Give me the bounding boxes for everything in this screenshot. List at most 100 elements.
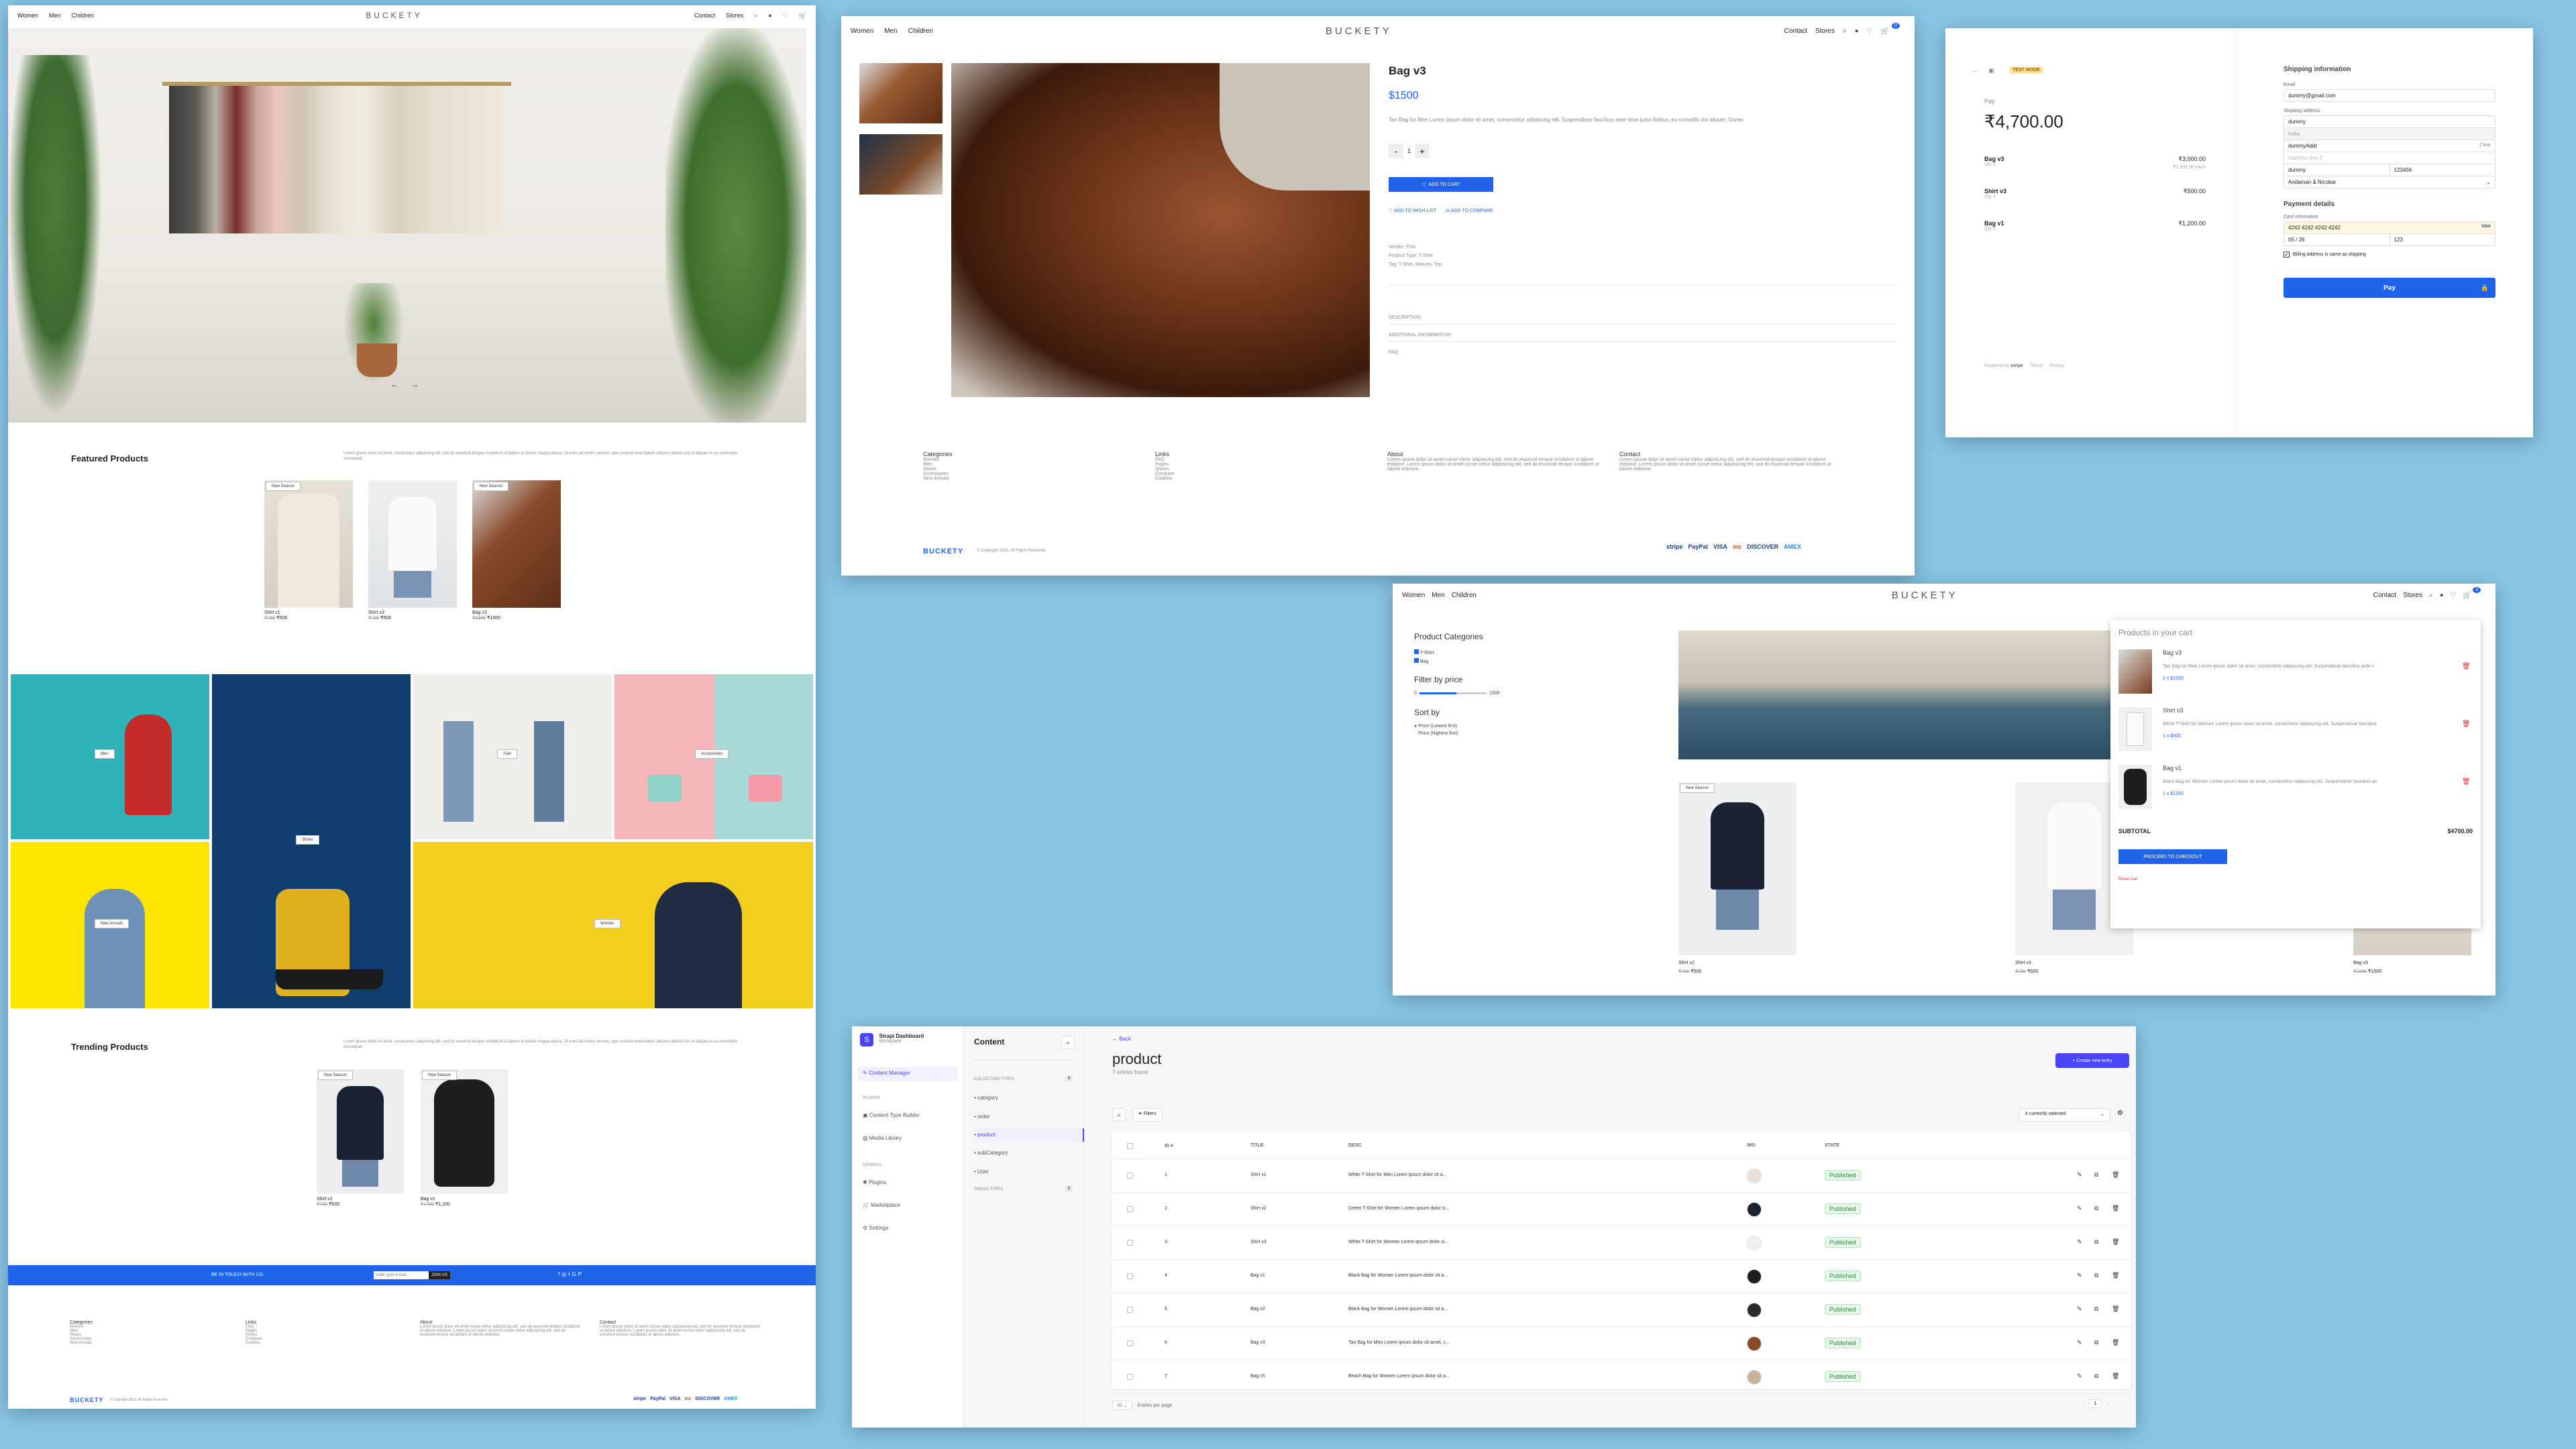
table-row[interactable]: 5 Bag v2 Black Bag for Women Lorem ipsum d… [1112, 1293, 2131, 1327]
hero-prev-arrow-icon[interactable]: ← [390, 380, 398, 389]
footer-brand[interactable]: BUCKETY [70, 1397, 104, 1403]
trash-icon[interactable]: 🗑 [2112, 1205, 2119, 1212]
category-label[interactable]: Sale [497, 749, 518, 759]
select-all-checkbox[interactable] [1127, 1143, 1133, 1149]
duplicate-icon[interactable]: ⧉ [2094, 1305, 2098, 1313]
delete-icon[interactable]: 🗑 [2462, 720, 2471, 728]
footer-link[interactable]: Cookies [246, 1341, 262, 1345]
column-header-title[interactable]: TITLE [1250, 1143, 1263, 1148]
tab-additional-information[interactable]: ADDITIONAL INFORMATION [1389, 333, 1896, 342]
search-icon[interactable]: ⌕ [1112, 1108, 1126, 1122]
column-header-desc[interactable]: DESC [1348, 1143, 1361, 1148]
nav-men-link[interactable]: Men [49, 12, 61, 19]
footer-link[interactable]: Shoes [923, 467, 953, 472]
category-label[interactable]: Women [594, 919, 621, 928]
footer-link[interactable]: Women [923, 458, 953, 462]
edit-icon[interactable]: ✎ [2077, 1305, 2082, 1313]
table-row[interactable]: 2 Shirt v2 Green T-Shirt for Women Lorem i… [1112, 1193, 2131, 1226]
reset-cart-link[interactable]: Reset Cart [2118, 877, 2138, 881]
collection-item[interactable]: • category [974, 1095, 998, 1101]
trash-icon[interactable]: 🗑 [2112, 1272, 2119, 1279]
column-header-state[interactable]: STATE [1825, 1143, 1839, 1148]
add-to-wishlist-link[interactable]: ♡ ADD TO WISH LIST [1389, 208, 1436, 213]
nav-children-link[interactable]: Children [1452, 592, 1477, 599]
nav-women-link[interactable]: Women [1402, 592, 1425, 599]
column-header-img[interactable]: IMG [1747, 1143, 1756, 1148]
search-icon[interactable]: ⌕ [1843, 28, 1847, 35]
brand-logo[interactable]: BUCKETY [1892, 590, 1958, 601]
nav-men-link[interactable]: Men [1432, 592, 1444, 599]
collection-item-active[interactable]: • product [974, 1128, 1084, 1142]
previous-page-icon[interactable]: ‹ [2082, 1401, 2084, 1406]
tab-faq[interactable]: FAQ [1389, 350, 1896, 355]
category-label[interactable]: Accessories [695, 749, 729, 759]
footer-link[interactable]: Stores [1155, 467, 1175, 472]
create-new-entry-button[interactable]: + Create new entry [2055, 1053, 2129, 1068]
cart-icon[interactable]: 🛒 [2463, 592, 2471, 599]
product-card[interactable]: New Season Shirt v2 ₹799 ₹500 [317, 1069, 404, 1207]
row-checkbox[interactable] [1127, 1340, 1133, 1346]
name-field[interactable]: dummy [2284, 116, 2495, 128]
back-arrow-icon[interactable]: ← [1972, 67, 1978, 74]
newsletter-email-input[interactable] [374, 1271, 429, 1279]
join-us-button[interactable]: JOIN US [429, 1271, 450, 1279]
trash-icon[interactable]: 🗑 [2112, 1171, 2119, 1179]
nav-stores-link[interactable]: Stores [1815, 28, 1835, 35]
footer-link[interactable]: Compare [1155, 472, 1175, 476]
table-row[interactable]: 6 Bag v3 Tan Bag for Men Lorem ipsum dolor… [1112, 1327, 2131, 1360]
search-icon[interactable]: ⌕ [754, 12, 757, 19]
footer-brand[interactable]: BUCKETY [923, 547, 963, 555]
category-label[interactable]: Shoes [296, 835, 320, 845]
category-men-tile[interactable]: Men [11, 674, 209, 839]
trash-icon[interactable]: 🗑 [2112, 1238, 2119, 1246]
row-checkbox[interactable] [1127, 1240, 1133, 1246]
category-women-tile[interactable]: Women [413, 842, 813, 1008]
edit-icon[interactable]: ✎ [2077, 1339, 2082, 1346]
city-field[interactable]: dummy [2284, 164, 2390, 176]
card-number-field[interactable]: 4242 4242 4242 4242 VISA [2284, 222, 2495, 234]
search-icon[interactable]: ⌕ [1061, 1036, 1075, 1049]
row-checkbox[interactable] [1127, 1374, 1133, 1380]
hero-next-arrow-icon[interactable]: → [411, 380, 419, 389]
billing-same-checkbox[interactable]: ✓ [2284, 252, 2290, 258]
user-icon[interactable]: ● [768, 12, 771, 19]
product-card[interactable]: Shirt v3 ₹799 ₹500 [368, 480, 457, 621]
decrease-quantity-button[interactable]: - [1389, 144, 1403, 158]
nav-men-link[interactable]: Men [884, 28, 897, 35]
trash-icon[interactable]: 🗑 [2112, 1339, 2119, 1346]
edit-icon[interactable]: ✎ [2077, 1373, 2082, 1380]
address-line2-field[interactable]: Address line 2 [2284, 152, 2495, 164]
nav-settings[interactable]: ⚙ Settings [863, 1225, 888, 1231]
nav-marketplace[interactable]: 🛒 Marketplace [863, 1202, 900, 1208]
collection-item[interactable]: • User [974, 1169, 989, 1175]
product-card[interactable]: New Season Bag v3 ₹1999 ₹1500 [472, 480, 561, 621]
terms-link[interactable]: Terms [2030, 364, 2043, 368]
footer-link[interactable]: Pages [1155, 462, 1175, 467]
collection-item[interactable]: • subCategory [974, 1150, 1008, 1156]
trash-icon[interactable]: 🗑 [2112, 1305, 2119, 1313]
nav-stores-link[interactable]: Stores [726, 12, 743, 19]
search-icon[interactable]: ⌕ [2429, 592, 2433, 599]
country-select[interactable]: India [2284, 128, 2495, 140]
brand-logo[interactable]: BUCKETY [366, 11, 423, 20]
footer-link[interactable]: New Arrivals [923, 476, 953, 481]
current-page[interactable]: 1 [2089, 1399, 2102, 1408]
filters-button[interactable]: ⏷ Filters [1132, 1108, 1163, 1122]
thumbnail-image-2[interactable] [859, 134, 943, 195]
pinterest-icon[interactable]: P [578, 1271, 584, 1277]
privacy-link[interactable]: Privacy [2049, 364, 2065, 368]
nav-media-library[interactable]: ▨ Media Library [863, 1135, 902, 1141]
duplicate-icon[interactable]: ⧉ [2094, 1339, 2098, 1346]
sort-radio[interactable]: ○ [1414, 731, 1417, 736]
edit-icon[interactable]: ✎ [2077, 1272, 2082, 1279]
nav-plugins[interactable]: ✱ Plugins [863, 1179, 886, 1185]
product-card[interactable]: New Season Shirt v1 ₹799 ₹500 [264, 480, 353, 621]
expiry-field[interactable]: 05 / 26 [2284, 234, 2390, 246]
duplicate-icon[interactable]: ⧉ [2094, 1171, 2098, 1179]
nav-stores-link[interactable]: Stores [2403, 592, 2422, 599]
email-field[interactable]: dummy@gmail.com [2284, 89, 2496, 102]
nav-contact-link[interactable]: Contact [694, 12, 715, 19]
trash-icon[interactable]: 🗑 [2112, 1373, 2119, 1380]
category-checkbox[interactable] [1414, 649, 1419, 654]
cvc-field[interactable]: 123 [2390, 234, 2496, 246]
